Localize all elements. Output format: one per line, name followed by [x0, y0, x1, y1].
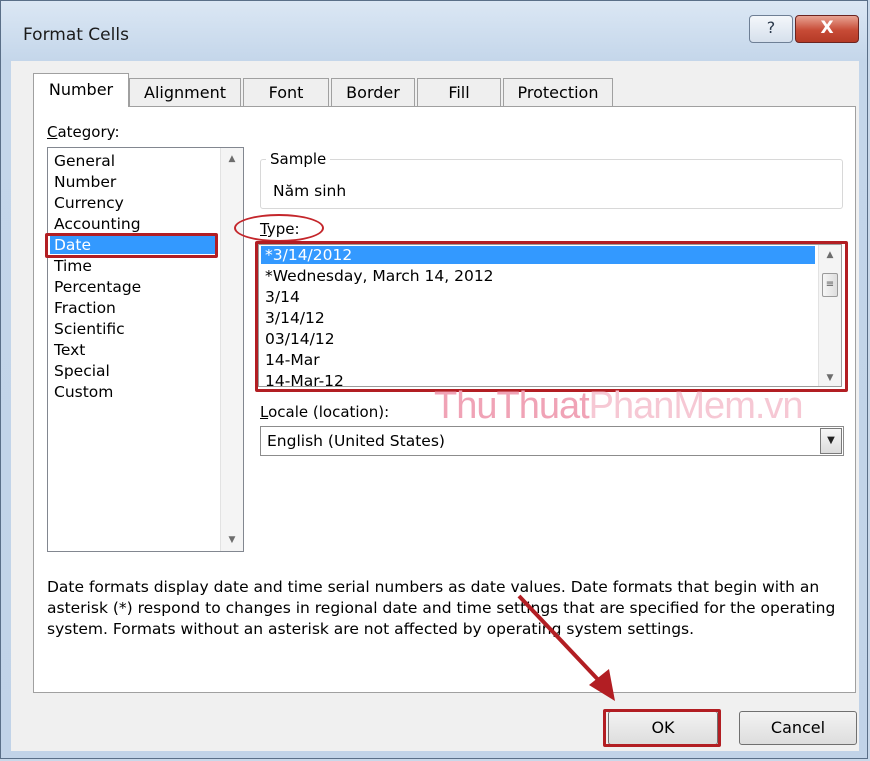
annotation-arrow — [517, 594, 615, 701]
format-cells-dialog: Format Cells ? X Number Alignment Font B… — [0, 0, 868, 759]
help-button[interactable]: ? — [749, 15, 793, 43]
dialog-title: Format Cells — [23, 25, 129, 45]
tab-number[interactable]: Number — [33, 73, 129, 107]
close-button[interactable]: X — [795, 15, 859, 43]
help-icon: ? — [766, 18, 776, 37]
dialog-body: Number Alignment Font Border Fill Protec… — [11, 61, 859, 751]
title-bar: Format Cells ? X — [1, 1, 867, 61]
arrow-shaft — [517, 594, 607, 689]
close-icon: X — [820, 18, 834, 38]
